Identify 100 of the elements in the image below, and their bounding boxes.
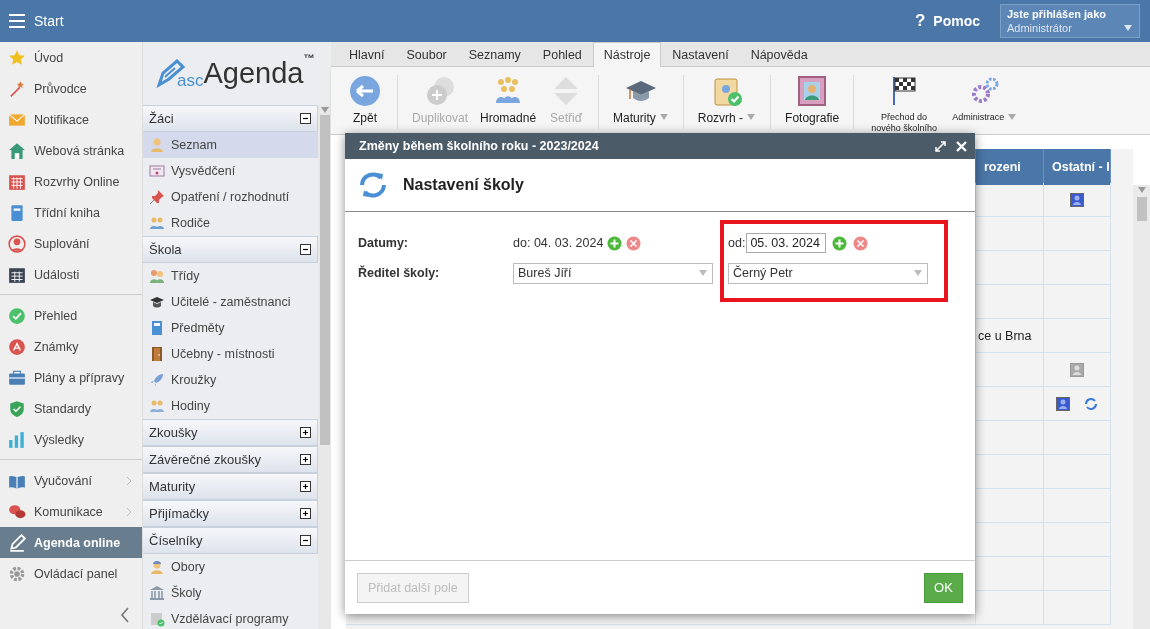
gear-icon	[8, 564, 26, 583]
date-field[interactable]: 05. 03. 2024	[746, 233, 827, 253]
scrollbar-thumb[interactable]	[1136, 197, 1147, 221]
section-header[interactable]: Maturity	[143, 473, 318, 500]
nav-item[interactable]: Přehled	[0, 300, 142, 331]
list-item[interactable]: Vysvědčení	[143, 158, 318, 184]
chevron-right-icon	[124, 475, 134, 486]
section-header[interactable]: Číselníky	[143, 527, 318, 554]
nav-item[interactable]: Rozvrhy Online	[0, 166, 142, 197]
chevron-right-icon	[124, 506, 134, 517]
dialog-title: Změny během školního roku - 2023/2024	[359, 139, 600, 153]
close-icon[interactable]	[956, 140, 967, 152]
ribbon-tab[interactable]: Hlavní	[338, 43, 396, 66]
rocket-icon	[149, 372, 165, 388]
caret-icon	[1007, 112, 1018, 122]
ribbon-tab[interactable]: Nástroje	[592, 42, 662, 67]
scrollbar[interactable]	[1133, 185, 1150, 629]
collapse-icon[interactable]	[300, 244, 311, 255]
list-item[interactable]: Vzdělávací programy	[143, 606, 318, 629]
collapse-icon[interactable]	[300, 113, 311, 124]
column-header[interactable]: Ostatní - I	[1044, 149, 1111, 185]
nav-item[interactable]: Standardy	[0, 393, 142, 424]
list-item[interactable]: Obory	[143, 554, 318, 580]
list-item[interactable]: Hodiny	[143, 393, 318, 419]
ribbon-tab[interactable]: Soubor	[395, 43, 458, 66]
table-cell	[976, 421, 1044, 455]
toolbar-button[interactable]: Maturity	[609, 75, 673, 129]
scrollbar-thumb[interactable]	[319, 115, 330, 445]
maximize-icon[interactable]	[935, 140, 946, 152]
ribbon-tab[interactable]: Pohled	[531, 43, 593, 66]
nav-item[interactable]: Plány a přípravy	[0, 362, 142, 393]
toolbar-button[interactable]: Rozvrh -	[693, 75, 761, 129]
nav-item[interactable]: Suplování	[0, 228, 142, 259]
person-card-icon[interactable]	[1070, 192, 1084, 207]
wand-icon	[8, 79, 26, 98]
list-item[interactable]: Třídy	[143, 263, 318, 289]
add-icon[interactable]	[607, 235, 623, 251]
trademark-mark: ™	[303, 52, 315, 64]
section-header[interactable]: Závěrečné zkoušky	[143, 446, 318, 473]
expand-icon[interactable]	[300, 508, 311, 519]
list-item[interactable]: Kroužky	[143, 367, 318, 393]
help-button[interactable]: ? Pomoc	[908, 10, 986, 32]
building-icon	[149, 585, 165, 601]
ribbon-tab[interactable]: Seznamy	[457, 43, 532, 66]
nav-item[interactable]: Agenda online	[0, 527, 142, 558]
collapse-icon[interactable]	[300, 535, 311, 546]
toolbar-button[interactable]: Přechod do nového školního	[864, 75, 945, 129]
section-title: Škola	[149, 242, 182, 257]
sync-icon[interactable]	[1084, 396, 1098, 411]
nav-item[interactable]: Notifikace	[0, 104, 142, 135]
nav-item[interactable]: Výsledky	[0, 424, 142, 455]
date-prefix: od:	[728, 236, 746, 250]
shield-icon	[8, 399, 26, 418]
scrollbar[interactable]	[318, 105, 331, 629]
expand-icon[interactable]	[300, 481, 311, 492]
person-icon	[149, 559, 165, 575]
list-item[interactable]: Školy	[143, 580, 318, 606]
toolbar-button[interactable]: Zpět	[343, 75, 387, 129]
nav-item[interactable]: Třídní kniha	[0, 197, 142, 228]
toolbar-button[interactable]: Administrace	[948, 75, 1022, 129]
nav-item[interactable]: Vyučování	[0, 465, 142, 496]
list-item[interactable]: Opatření / rozhodnutí	[143, 184, 318, 210]
calendar-icon	[8, 265, 26, 284]
star-icon	[8, 48, 26, 67]
nav-item[interactable]: Známky	[0, 331, 142, 362]
nav-item[interactable]: Ovládací panel	[0, 558, 142, 589]
expand-icon[interactable]	[300, 454, 311, 465]
list-item[interactable]: Učebny - místnosti	[143, 341, 318, 367]
list-item[interactable]: Předměty	[143, 315, 318, 341]
list-item[interactable]: Učitelé - zaměstnanci	[143, 289, 318, 315]
start-button[interactable]: Start	[0, 0, 72, 42]
document-icon	[149, 611, 165, 627]
ribbon-tab[interactable]: Nastavení	[661, 43, 740, 66]
nav-item[interactable]: Průvodce	[0, 73, 142, 104]
ribbon-tab[interactable]: Nápověda	[739, 43, 819, 66]
add-icon[interactable]	[832, 235, 848, 251]
section-header[interactable]: Zkoušky	[143, 419, 318, 446]
select-field[interactable]: Černý Petr	[728, 262, 928, 284]
section-header[interactable]: Přijímačky	[143, 500, 318, 527]
collapse-sidebar-icon[interactable]	[120, 607, 130, 623]
person-card-icon[interactable]	[1056, 396, 1070, 411]
list-item[interactable]: Seznam	[143, 132, 318, 158]
nav-item[interactable]: Úvod	[0, 42, 142, 73]
nav-item[interactable]: Webová stránka	[0, 135, 142, 166]
select-field[interactable]: Bureš Jíří	[513, 262, 713, 284]
user-menu[interactable]: Jste přihlášen jako Administrátor	[1000, 4, 1140, 38]
refresh-icon	[357, 169, 389, 201]
nav-item[interactable]: Komunikace	[0, 496, 142, 527]
framed-portrait-icon	[796, 75, 829, 107]
section-header[interactable]: Žáci	[143, 105, 318, 132]
pin-icon	[149, 189, 165, 205]
list-item[interactable]: Rodiče	[143, 210, 318, 236]
toolbar-button[interactable]: Hromadné	[476, 75, 541, 129]
column-header[interactable]: rozeni	[976, 149, 1044, 185]
nav-item[interactable]: Události	[0, 259, 142, 290]
expand-icon[interactable]	[300, 427, 311, 438]
person-card-icon[interactable]	[1070, 362, 1084, 377]
toolbar-button[interactable]: Fotografie	[781, 75, 844, 129]
book-icon	[149, 320, 165, 336]
section-header[interactable]: Škola	[143, 236, 318, 263]
